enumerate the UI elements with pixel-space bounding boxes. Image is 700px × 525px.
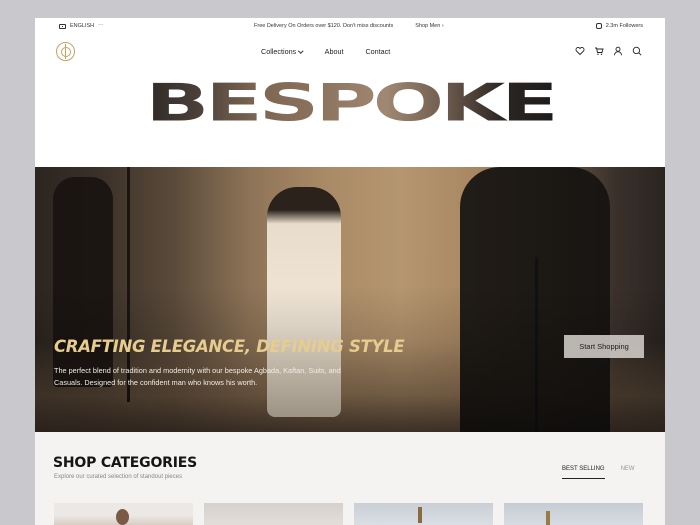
promo-text: Free Delivery On Orders over $120. Don't… [254, 23, 394, 29]
instagram-icon [595, 23, 602, 29]
brand-wordmark: BESPOKE [55, 77, 645, 129]
category-tabs: BEST SELLING NEW [562, 466, 635, 479]
brand-logo[interactable] [56, 42, 75, 61]
hero-banner: CRAFTING ELEGANCE, DEFINING STYLE The pe… [35, 167, 665, 432]
hero-description: The perfect blend of tradition and moder… [54, 366, 341, 387]
shop-categories-section: SHOP CATEGORIES Explore our curated sele… [35, 432, 665, 525]
followers[interactable]: 2.3m Followers [595, 23, 643, 29]
language-selector[interactable]: ENGLISH ⋯ [59, 23, 104, 29]
category-card[interactable] [354, 503, 493, 525]
flag-icon [59, 23, 66, 29]
more-icon: ⋯ [98, 23, 104, 29]
promo-bar: Free Delivery On Orders over $120. Don't… [254, 23, 444, 29]
tab-new[interactable]: NEW [621, 466, 635, 479]
chevron-down-icon [298, 48, 304, 53]
top-bar: ENGLISH ⋯ Free Delivery On Orders over $… [35, 18, 665, 36]
nav-item-collections[interactable]: Collections [261, 47, 304, 56]
tab-best-selling[interactable]: BEST SELLING [562, 466, 605, 479]
search-icon[interactable] [632, 46, 642, 56]
user-icon[interactable] [613, 46, 623, 56]
category-card[interactable] [204, 503, 343, 525]
category-thumbnails [54, 503, 643, 525]
main-nav: Collections About Contact [261, 47, 390, 56]
start-shopping-button[interactable]: Start Shopping [564, 335, 644, 358]
category-card[interactable] [54, 503, 193, 525]
section-subtitle: Explore our curated selection of standou… [54, 474, 183, 480]
shop-men-link[interactable]: Shop Men › [415, 23, 443, 29]
chevron-right-icon: › [441, 23, 444, 29]
nav-item-contact[interactable]: Contact [365, 47, 390, 56]
language-label: ENGLISH [70, 23, 95, 29]
followers-count: 2.3m Followers [605, 23, 643, 29]
heart-icon[interactable] [575, 46, 585, 56]
header-icons [575, 46, 642, 56]
nav-item-about[interactable]: About [325, 47, 344, 56]
category-card[interactable] [504, 503, 643, 525]
page: ENGLISH ⋯ Free Delivery On Orders over $… [35, 18, 665, 525]
section-title: SHOP CATEGORIES [53, 455, 198, 471]
hero-title: CRAFTING ELEGANCE, DEFINING STYLE [54, 337, 405, 356]
hero-overlay [35, 167, 665, 432]
cart-icon[interactable] [594, 46, 604, 56]
